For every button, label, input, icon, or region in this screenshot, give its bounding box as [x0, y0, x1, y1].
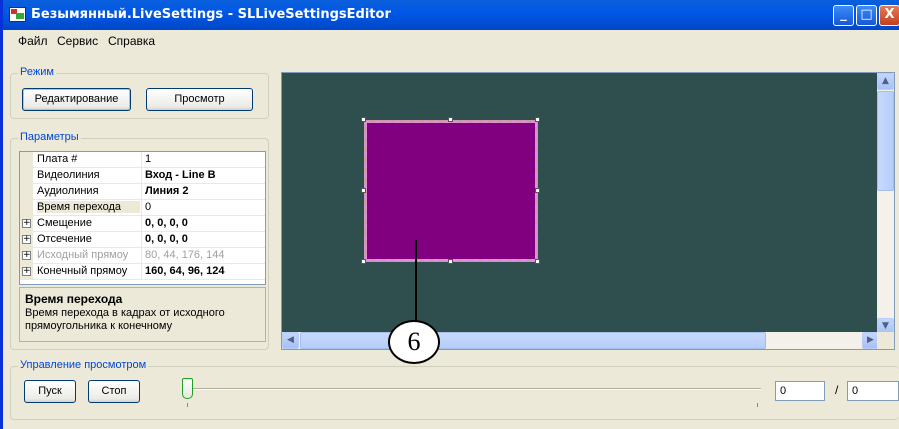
- frame-separator: /: [835, 383, 839, 397]
- scroll-corner: [877, 332, 894, 349]
- menu-help[interactable]: Справка: [108, 34, 155, 48]
- playback-slider[interactable]: [189, 388, 761, 390]
- description-title: Время перехода: [25, 292, 123, 306]
- property-row[interactable]: + Отсечение 0, 0, 0, 0: [20, 232, 265, 248]
- vertical-scrollbar[interactable]: ▲ ▼: [877, 73, 894, 335]
- edit-mode-button[interactable]: Редактирование: [22, 88, 131, 111]
- row-gutter: [20, 152, 33, 168]
- row-separator: [141, 152, 142, 168]
- slider-tick: [187, 403, 188, 407]
- description-text: Время перехода в кадрах от исходного пря…: [25, 307, 225, 332]
- property-name: Время перехода: [37, 201, 140, 213]
- resize-handle[interactable]: [448, 259, 453, 264]
- slider-thumb[interactable]: [182, 378, 193, 399]
- resize-handle[interactable]: [361, 188, 366, 193]
- expand-icon[interactable]: +: [22, 267, 31, 276]
- menu-service[interactable]: Сервис: [57, 34, 98, 48]
- total-frames-field[interactable]: 0: [847, 381, 899, 401]
- property-row[interactable]: Аудиолиния Линия 2: [20, 184, 265, 200]
- expand-icon[interactable]: +: [22, 219, 31, 228]
- scroll-left-icon[interactable]: ◀: [282, 332, 299, 349]
- property-value: 80, 44, 176, 144: [145, 249, 225, 261]
- row-separator: [141, 200, 142, 216]
- resize-handle[interactable]: [448, 117, 453, 122]
- mode-group-legend: Режим: [18, 66, 56, 78]
- property-value[interactable]: 0, 0, 0, 0: [145, 217, 188, 229]
- expand-icon[interactable]: +: [22, 251, 31, 260]
- row-gutter: [20, 168, 33, 184]
- property-value[interactable]: 0: [145, 201, 151, 213]
- row-separator: [141, 248, 142, 264]
- menu-bar: Файл Сервис Справка: [6, 30, 899, 52]
- property-row[interactable]: + Конечный прямоу 160, 64, 96, 124: [20, 264, 265, 280]
- property-value[interactable]: 160, 64, 96, 124: [145, 265, 225, 277]
- property-row[interactable]: + Исходный прямоу 80, 44, 176, 144: [20, 248, 265, 264]
- row-gutter: [20, 184, 33, 200]
- row-separator: [141, 168, 142, 184]
- play-button[interactable]: Пуск: [24, 380, 76, 403]
- row-separator: [141, 264, 142, 280]
- horizontal-scroll-thumb[interactable]: [300, 332, 766, 349]
- property-value[interactable]: 0, 0, 0, 0: [145, 233, 188, 245]
- window-title: Безымянный.LiveSettings - SLLiveSettings…: [31, 7, 391, 22]
- callout-line: [415, 240, 417, 326]
- property-row[interactable]: Плата # 1: [20, 152, 265, 168]
- expand-icon[interactable]: +: [22, 235, 31, 244]
- property-value[interactable]: 1: [145, 153, 151, 165]
- output-rectangle[interactable]: [364, 120, 538, 262]
- app-window: Безымянный.LiveSettings - SLLiveSettings…: [0, 0, 899, 429]
- property-grid: Плата # 1 Видеолиния Вход - Line B Аудио…: [19, 151, 266, 285]
- maximize-icon: □: [860, 7, 873, 22]
- resize-handle[interactable]: [535, 259, 540, 264]
- current-frame-field[interactable]: 0: [775, 381, 825, 401]
- property-description: Время перехода Время перехода в кадрах о…: [19, 287, 266, 342]
- minimize-icon: _: [840, 7, 847, 22]
- preview-canvas[interactable]: ▲ ▼ ◀ ▶: [281, 72, 895, 350]
- property-value[interactable]: Линия 2: [145, 185, 188, 197]
- vertical-scroll-thumb[interactable]: [877, 91, 894, 191]
- property-row[interactable]: Время перехода 0: [20, 200, 265, 216]
- close-icon: X: [884, 7, 895, 22]
- app-icon: [9, 7, 26, 22]
- horizontal-scrollbar[interactable]: ◀ ▶: [282, 332, 879, 349]
- scroll-up-icon[interactable]: ▲: [877, 73, 894, 90]
- resize-handle[interactable]: [535, 188, 540, 193]
- row-separator: [141, 216, 142, 232]
- property-name: Конечный прямоу: [37, 265, 128, 277]
- property-name: Исходный прямоу: [37, 249, 129, 261]
- minimize-button[interactable]: _: [833, 5, 854, 26]
- maximize-button[interactable]: □: [856, 5, 877, 26]
- row-separator: [141, 232, 142, 248]
- property-row[interactable]: Видеолиния Вход - Line B: [20, 168, 265, 184]
- playback-group-legend: Управление просмотром: [18, 359, 149, 371]
- row-gutter: [20, 200, 33, 216]
- stop-button[interactable]: Стоп: [88, 380, 140, 403]
- property-value[interactable]: Вход - Line B: [145, 169, 216, 181]
- property-name: Смещение: [37, 217, 93, 229]
- property-name: Аудиолиния: [37, 185, 99, 197]
- property-name: Видеолиния: [37, 169, 100, 181]
- property-name: Отсечение: [37, 233, 92, 245]
- close-button[interactable]: X: [879, 5, 899, 26]
- mode-group: Режим Редактирование Просмотр: [10, 66, 269, 119]
- resize-handle[interactable]: [361, 117, 366, 122]
- property-name: Плата #: [37, 153, 78, 165]
- row-separator: [141, 184, 142, 200]
- menu-file[interactable]: Файл: [18, 34, 48, 48]
- callout-label: 6: [388, 320, 440, 364]
- view-mode-button[interactable]: Просмотр: [146, 88, 253, 111]
- resize-handle[interactable]: [535, 117, 540, 122]
- property-row[interactable]: + Смещение 0, 0, 0, 0: [20, 216, 265, 232]
- slider-tick: [757, 403, 758, 407]
- params-group-legend: Параметры: [18, 131, 81, 143]
- resize-handle[interactable]: [361, 259, 366, 264]
- title-bar[interactable]: Безымянный.LiveSettings - SLLiveSettings…: [3, 0, 899, 30]
- playback-group: Управление просмотром: [10, 359, 899, 420]
